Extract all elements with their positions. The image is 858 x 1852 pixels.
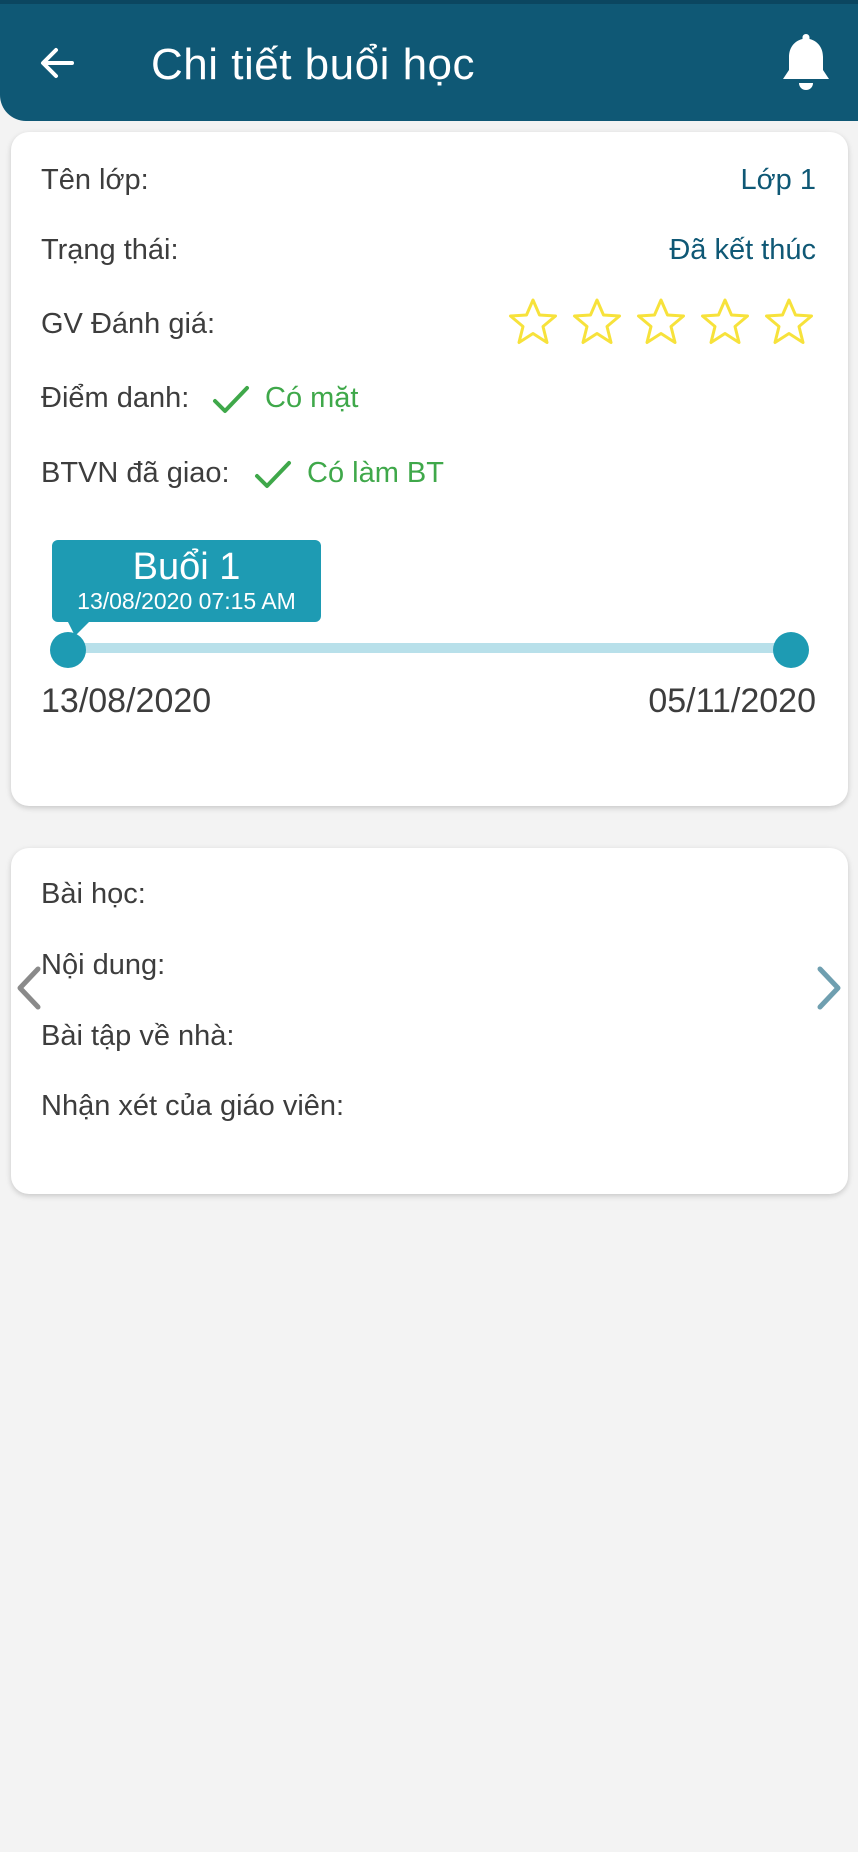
bell-icon bbox=[783, 34, 829, 90]
teacher-comment-label: Nhận xét của giáo viên: bbox=[41, 1090, 345, 1122]
session-datetime: 13/08/2020 07:15 AM bbox=[77, 588, 296, 614]
session-slider-track[interactable] bbox=[68, 643, 802, 653]
previous-session-button[interactable] bbox=[10, 963, 46, 1013]
arrow-left-icon bbox=[41, 48, 74, 78]
lesson-details-card: Bài học: Nội dung: Bài tập về nhà: Nhận … bbox=[11, 848, 848, 1194]
page-title: Chi tiết buổi học bbox=[151, 40, 476, 89]
star-icon[interactable] bbox=[764, 297, 814, 347]
session-info-card: Tên lớp: Lớp 1 Trạng thái: Đã kết thúc G… bbox=[11, 132, 848, 806]
app-bar: Chi tiết buổi học bbox=[0, 0, 858, 121]
homework-assigned-label: BTVN đã giao: bbox=[41, 457, 230, 489]
star-icon[interactable] bbox=[636, 297, 686, 347]
check-icon bbox=[213, 386, 249, 413]
slider-end-marker bbox=[773, 632, 809, 668]
slider-handle-start[interactable] bbox=[50, 632, 86, 668]
next-session-button[interactable] bbox=[812, 963, 848, 1013]
attendance-value: Có mặt bbox=[265, 382, 359, 414]
teacher-rating-label: GV Đánh giá: bbox=[41, 308, 216, 340]
status-value: Đã kết thúc bbox=[669, 234, 816, 266]
star-icon[interactable] bbox=[508, 297, 558, 347]
notification-button[interactable] bbox=[774, 28, 838, 98]
homework-value: Có làm BT bbox=[307, 457, 444, 489]
class-name-label: Tên lớp: bbox=[41, 164, 149, 196]
status-label: Trạng thái: bbox=[41, 234, 179, 266]
chevron-right-icon bbox=[817, 966, 841, 1010]
session-tooltip: Buổi 1 13/08/2020 07:15 AM bbox=[52, 540, 321, 622]
star-icon[interactable] bbox=[572, 297, 622, 347]
content-label: Nội dung: bbox=[41, 949, 166, 981]
lesson-label: Bài học: bbox=[41, 878, 146, 910]
end-date: 05/11/2020 bbox=[648, 682, 816, 720]
back-button[interactable] bbox=[30, 32, 90, 92]
chevron-left-icon bbox=[17, 966, 41, 1010]
class-name-value: Lớp 1 bbox=[740, 164, 816, 196]
rating-stars[interactable] bbox=[508, 297, 814, 347]
check-icon bbox=[255, 461, 291, 488]
homework-label: Bài tập về nhà: bbox=[41, 1020, 235, 1052]
session-title: Buổi 1 bbox=[132, 546, 241, 588]
start-date: 13/08/2020 bbox=[41, 682, 212, 720]
star-icon[interactable] bbox=[700, 297, 750, 347]
attendance-label: Điểm danh: bbox=[41, 382, 190, 414]
